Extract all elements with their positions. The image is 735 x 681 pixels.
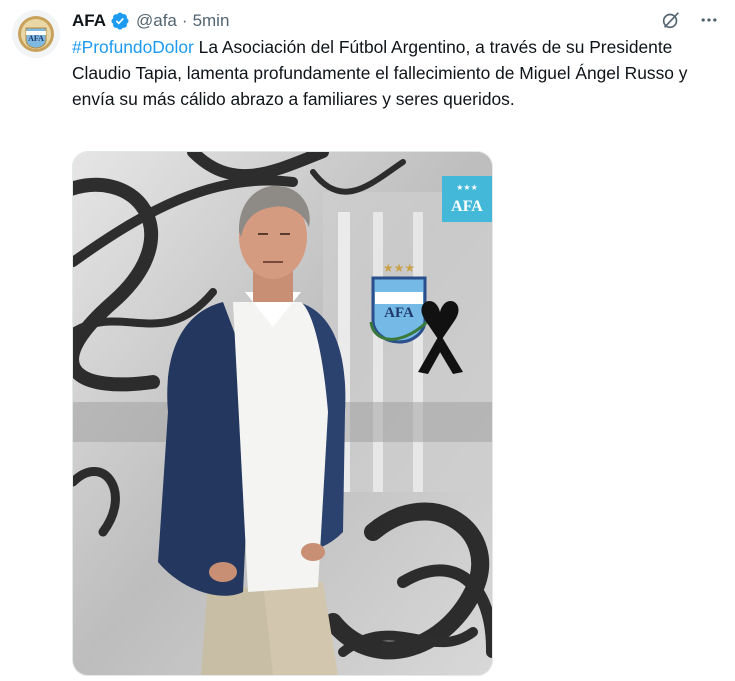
author-name[interactable]: AFA bbox=[72, 11, 106, 31]
timestamp[interactable]: 5min bbox=[193, 11, 230, 31]
avatar[interactable]: AFA bbox=[12, 10, 60, 58]
tweet-image[interactable]: ★★★ AFA ★★★ AFA bbox=[72, 151, 493, 676]
separator: · bbox=[181, 11, 188, 30]
svg-text:AFA: AFA bbox=[28, 34, 44, 43]
hashtag-link[interactable]: #ProfundoDolor bbox=[72, 37, 194, 57]
afa-badge-icon: ★★★ AFA bbox=[442, 176, 492, 222]
tweet-header: AFA @afa · 5min bbox=[72, 9, 229, 33]
verified-badge-icon bbox=[110, 11, 130, 31]
tweet[interactable]: AFA AFA @afa · 5min #ProfundoDolor La As… bbox=[0, 0, 735, 681]
svg-text:★★★: ★★★ bbox=[383, 261, 415, 275]
grok-icon[interactable] bbox=[659, 8, 683, 32]
afa-logo-icon: AFA bbox=[12, 10, 60, 58]
author-handle[interactable]: @afa bbox=[136, 11, 177, 31]
svg-text:★★★: ★★★ bbox=[456, 183, 478, 192]
memorial-photo: ★★★ AFA ★★★ AFA bbox=[73, 152, 492, 675]
badge-text: AFA bbox=[451, 198, 483, 215]
more-icon[interactable] bbox=[697, 8, 721, 32]
tweet-actions bbox=[659, 8, 721, 32]
tweet-text: #ProfundoDolor La Asociación del Fútbol … bbox=[72, 34, 692, 112]
crest-text: AFA bbox=[384, 305, 414, 321]
